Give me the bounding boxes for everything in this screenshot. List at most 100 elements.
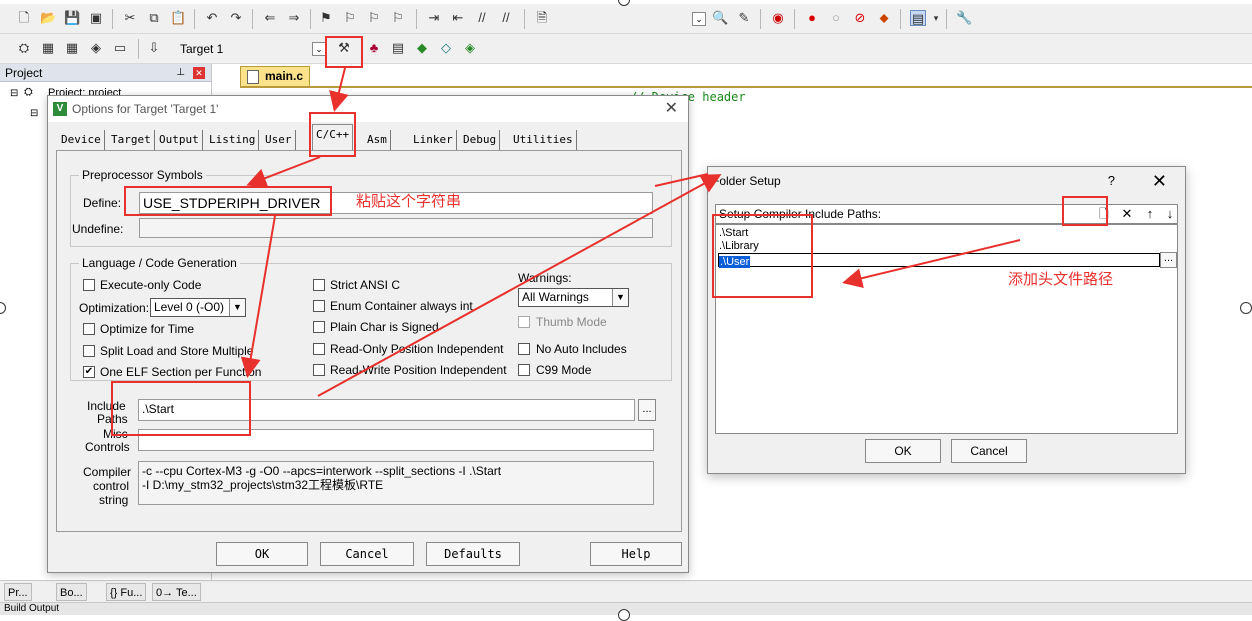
- annotation-box-define: [124, 186, 332, 216]
- bookmark-icon[interactable]: ⚑: [318, 10, 334, 26]
- nav-back-icon[interactable]: ⇐: [262, 10, 278, 26]
- rw-position-checkbox[interactable]: [313, 364, 325, 376]
- tab-listing[interactable]: Listing: [206, 130, 260, 150]
- close-icon[interactable]: ✕: [665, 96, 678, 122]
- compiler-control-string: -c --cpu Cortex-M3 -g -O0 --apcs=interwo…: [138, 461, 654, 505]
- tab-functions[interactable]: {} Fu...: [106, 583, 147, 601]
- breakpoint-icon[interactable]: ●: [804, 10, 820, 26]
- optimization-select[interactable]: Level 0 (-O0) ▼: [150, 298, 246, 317]
- tab-output[interactable]: Output: [156, 130, 203, 150]
- split-load-store-label: Split Load and Store Multiple: [100, 344, 254, 358]
- manage-components-icon[interactable]: ♣: [366, 40, 382, 56]
- strict-ansi-checkbox[interactable]: [313, 279, 325, 291]
- pack-installer-icon[interactable]: ◆: [414, 40, 430, 56]
- target-dropdown-icon[interactable]: ⌄: [312, 42, 326, 56]
- window-layout-dropdown-icon[interactable]: ▾: [928, 10, 944, 26]
- find-icon[interactable]: 🔍: [712, 10, 728, 26]
- tab-device[interactable]: Device: [58, 130, 105, 150]
- tab-debug[interactable]: Debug: [460, 130, 501, 150]
- ro-position-checkbox[interactable]: [313, 343, 325, 355]
- move-up-icon[interactable]: ↑: [1142, 206, 1158, 222]
- one-elf-checkbox[interactable]: ✔: [83, 366, 95, 378]
- new-file-icon[interactable]: 🗋: [16, 10, 32, 26]
- dialog-title-bar: V Options for Target 'Target 1' ✕: [48, 96, 688, 122]
- bookmark-clear-icon[interactable]: ⚐: [390, 10, 406, 26]
- select-packs-icon[interactable]: ◇: [438, 40, 454, 56]
- find-in-files-icon[interactable]: 🗎: [534, 10, 550, 26]
- find-dropdown-icon[interactable]: ⌄: [692, 12, 706, 26]
- window-layout-icon[interactable]: ▤: [910, 10, 926, 26]
- optimize-for-time-checkbox[interactable]: [83, 323, 95, 335]
- execute-only-checkbox[interactable]: [83, 279, 95, 291]
- bookmark-next-icon[interactable]: ⚐: [366, 10, 382, 26]
- tab-books[interactable]: Bo...: [56, 583, 87, 601]
- nav-forward-icon[interactable]: ⇒: [286, 10, 302, 26]
- c99-mode-checkbox[interactable]: [518, 364, 530, 376]
- include-paths-browse-button[interactable]: ...: [638, 399, 656, 421]
- save-all-icon[interactable]: ▣: [88, 10, 104, 26]
- tab-utilities[interactable]: Utilities: [510, 130, 577, 150]
- cancel-button[interactable]: Cancel: [320, 542, 414, 566]
- help-icon[interactable]: ?: [1108, 167, 1115, 195]
- tab-user[interactable]: User: [262, 130, 296, 150]
- rebuild-icon[interactable]: ▦: [64, 40, 80, 56]
- configure-icon[interactable]: 🔧: [956, 10, 972, 26]
- open-file-icon[interactable]: 📂: [40, 10, 56, 26]
- pin-icon[interactable]: ⊥: [176, 64, 185, 82]
- help-button[interactable]: Help: [590, 542, 682, 566]
- defaults-button[interactable]: Defaults: [426, 542, 520, 566]
- path-browse-button[interactable]: ...: [1160, 252, 1177, 268]
- warnings-select[interactable]: All Warnings ▼: [518, 288, 629, 307]
- preprocessor-group-title: Preprocessor Symbols: [79, 168, 206, 182]
- tree-collapse-icon[interactable]: ⊟: [30, 108, 38, 119]
- disable-breakpoint-icon[interactable]: ○: [828, 10, 844, 26]
- tab-target[interactable]: Target: [108, 130, 155, 150]
- undefine-input[interactable]: [139, 218, 653, 238]
- download-icon[interactable]: ⇩: [146, 40, 162, 56]
- close-icon[interactable]: ✕: [1152, 167, 1167, 195]
- incremental-find-icon[interactable]: ✎: [736, 10, 752, 26]
- cut-icon[interactable]: ✂: [122, 10, 138, 26]
- no-auto-includes-checkbox[interactable]: [518, 343, 530, 355]
- plain-char-checkbox[interactable]: [313, 321, 325, 333]
- translate-icon[interactable]: ⛭: [16, 40, 32, 56]
- split-load-store-checkbox[interactable]: [83, 345, 95, 357]
- ok-button[interactable]: OK: [216, 542, 308, 566]
- tab-templates[interactable]: 0→ Te...: [152, 583, 201, 601]
- run-time-environment-icon[interactable]: ◈: [462, 40, 478, 56]
- delete-icon[interactable]: ✕: [1119, 206, 1135, 222]
- unindent-icon[interactable]: ⇤: [450, 10, 466, 26]
- annotation-box-new-folder: [1062, 196, 1108, 226]
- target-select[interactable]: Target 1: [175, 39, 330, 59]
- kill-breakpoints-icon[interactable]: ⊘: [852, 10, 868, 26]
- tab-linker[interactable]: Linker: [410, 130, 457, 150]
- redo-icon[interactable]: ↷: [228, 10, 244, 26]
- comment-icon[interactable]: //: [474, 10, 490, 26]
- save-icon[interactable]: 💾: [64, 10, 80, 26]
- enum-container-checkbox[interactable]: [313, 300, 325, 312]
- annotation-box-paths-list: [712, 214, 813, 298]
- undo-icon[interactable]: ↶: [204, 10, 220, 26]
- kill-all-breakpoints-icon[interactable]: ⬥: [876, 10, 892, 26]
- start-debug-icon[interactable]: ◉: [770, 10, 786, 26]
- editor-tab-main-c[interactable]: main.c: [240, 66, 310, 86]
- uncomment-icon[interactable]: //: [498, 10, 514, 26]
- build-icon[interactable]: ▦: [40, 40, 56, 56]
- folder-cancel-button[interactable]: Cancel: [951, 439, 1027, 463]
- project-panel-header: Project ⊥ ✕: [0, 64, 211, 82]
- compiler-label-2: control: [93, 479, 130, 493]
- batch-build-icon[interactable]: ◈: [88, 40, 104, 56]
- copy-icon[interactable]: ⧉: [146, 10, 162, 26]
- paste-icon[interactable]: 📋: [170, 10, 186, 26]
- tab-project[interactable]: Pr...: [4, 583, 32, 601]
- tab-asm[interactable]: Asm: [364, 130, 391, 150]
- tree-collapse-icon[interactable]: ⊟: [10, 88, 18, 99]
- stop-build-icon[interactable]: ▭: [112, 40, 128, 56]
- bookmark-prev-icon[interactable]: ⚐: [342, 10, 358, 26]
- folder-setup-title: Folder Setup: [712, 174, 781, 188]
- folder-ok-button[interactable]: OK: [865, 439, 941, 463]
- file-extensions-icon[interactable]: ▤: [390, 40, 406, 56]
- move-down-icon[interactable]: ↓: [1162, 206, 1178, 222]
- indent-icon[interactable]: ⇥: [426, 10, 442, 26]
- close-icon[interactable]: ✕: [193, 67, 205, 79]
